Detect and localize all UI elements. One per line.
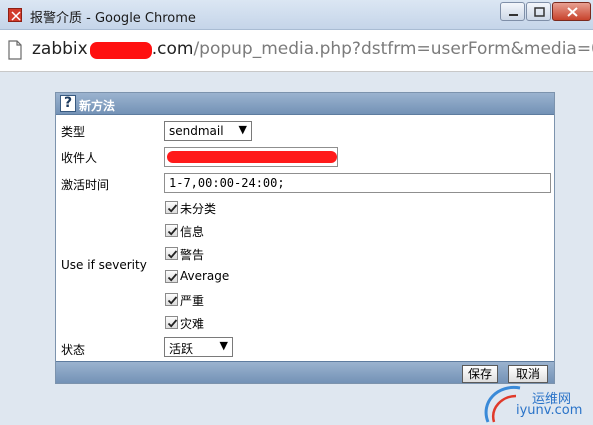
address-bar[interactable]: zabbix .com/popup_media.php?dstfrm=userFo… [0, 30, 593, 72]
checkbox-label: Average [180, 269, 230, 283]
type-label: 类型 [61, 125, 86, 139]
help-icon[interactable]: ? [60, 95, 76, 112]
severity-label: Use if severity [61, 258, 147, 272]
recipient-label: 收件人 [61, 151, 98, 165]
status-select-value: 活跃 [169, 342, 194, 356]
checkbox-label: 严重 [180, 294, 205, 308]
dialog-footer: 保存 取消 [56, 361, 554, 383]
close-button[interactable] [552, 2, 591, 21]
page-icon [8, 40, 22, 60]
save-button[interactable]: 保存 [462, 365, 498, 383]
app-icon [8, 8, 22, 22]
type-select-value: sendmail [169, 124, 224, 138]
redaction-mark [90, 42, 152, 59]
url-host-suffix: .com [151, 39, 194, 59]
cancel-button[interactable]: 取消 [508, 365, 548, 383]
checkbox[interactable] [165, 224, 178, 237]
minimize-button[interactable] [500, 2, 525, 21]
checkbox-label: 灾难 [180, 317, 205, 331]
checkbox-label: 未分类 [180, 202, 217, 216]
redaction-mark [167, 151, 337, 163]
checkbox-label: 信息 [180, 225, 205, 239]
dropdown-arrow-icon: ▼ [219, 339, 228, 352]
type-select[interactable]: sendmail ▼ [164, 121, 252, 141]
checkbox[interactable] [165, 270, 178, 283]
recipient-input[interactable]: c [164, 147, 338, 167]
active-time-label: 激活时间 [61, 178, 110, 192]
url-path: /popup_media.php?dstfrm=userForm&media=0 [193, 39, 593, 59]
watermark-url: iyunv.com [516, 403, 583, 418]
checkbox[interactable] [165, 316, 178, 329]
window-titlebar[interactable]: 报警介质 - Google Chrome [0, 0, 593, 30]
checkbox[interactable] [165, 201, 178, 214]
dialog-header: ? 新方法 [56, 93, 554, 115]
active-time-value: 1-7,00:00-24:00; [169, 176, 285, 190]
checkbox[interactable] [165, 247, 178, 260]
window-title: 报警介质 - Google Chrome [30, 11, 196, 26]
maximize-button[interactable] [526, 2, 551, 21]
status-select[interactable]: 活跃 ▼ [164, 337, 233, 357]
dialog-title: 新方法 [79, 99, 116, 113]
media-dialog: ? 新方法 类型 sendmail ▼ 收件人 c 激活时间 1-7,00:00… [55, 92, 555, 384]
url-host-prefix: zabbix [32, 39, 88, 59]
dropdown-arrow-icon: ▼ [238, 123, 247, 136]
checkbox-label: 警告 [180, 248, 205, 262]
checkbox[interactable] [165, 293, 178, 306]
status-label: 状态 [61, 343, 86, 357]
active-time-input[interactable]: 1-7,00:00-24:00; [164, 173, 551, 193]
